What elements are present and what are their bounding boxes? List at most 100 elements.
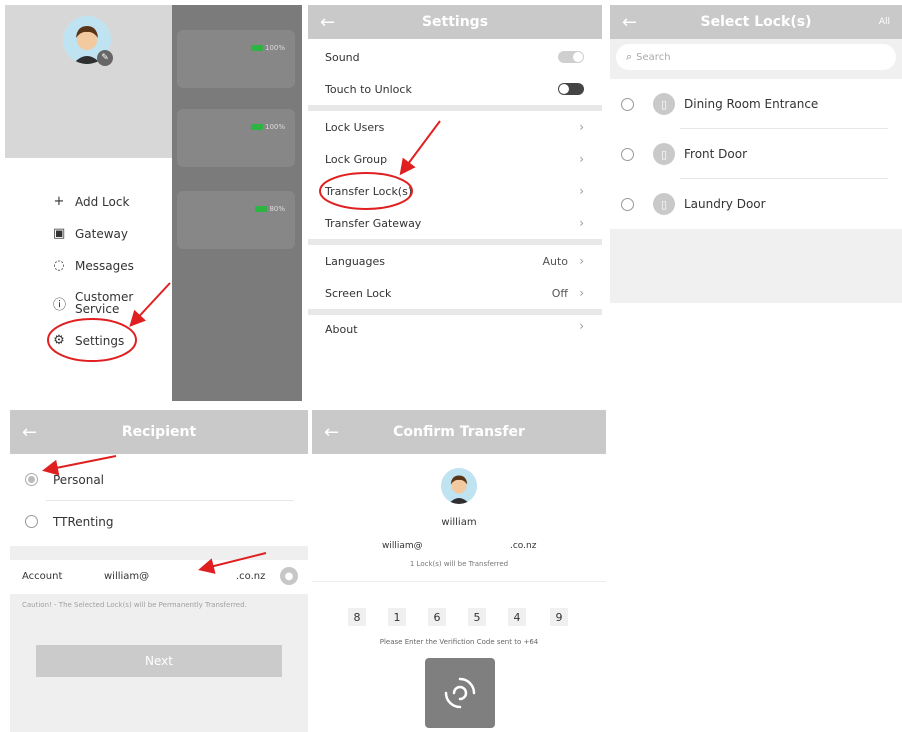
page-title: Confirm Transfer	[393, 424, 525, 440]
sound-toggle[interactable]	[558, 51, 584, 63]
message-icon: ◌	[53, 258, 65, 273]
confirm-transfer-panel: ← Confirm Transfer william william@ .co.…	[312, 410, 606, 732]
row-languages[interactable]: Languages Auto ›	[308, 245, 602, 278]
row-label: Languages	[325, 254, 386, 268]
page-title: Settings	[421, 14, 489, 30]
search-placeholder: Search	[636, 51, 671, 63]
chevron-right-icon: ›	[579, 254, 584, 268]
lock-icon: ▯	[653, 193, 675, 215]
lock-card: 80%	[177, 191, 295, 249]
row-about[interactable]: About ›	[308, 315, 602, 335]
drawer-panel: ✎ 100% 100% 80% + Add Lock ▣ Gateway ◌ M…	[5, 5, 302, 401]
battery-percent: 100%	[264, 44, 285, 52]
row-value: Auto	[542, 254, 568, 268]
row-label: Transfer Gateway	[325, 216, 422, 230]
search-input[interactable]: ⌕ Search	[616, 44, 896, 70]
next-button[interactable]: Next	[36, 645, 282, 677]
lock-radio[interactable]	[621, 148, 634, 161]
code-digit[interactable]: 9	[550, 608, 568, 626]
chevron-right-icon: ›	[579, 319, 584, 333]
row-sound[interactable]: Sound	[308, 41, 602, 74]
account-label: Account	[22, 571, 63, 582]
settings-header: ← Settings	[308, 5, 602, 39]
row-label: Touch to Unlock	[325, 82, 412, 96]
menu-messages[interactable]: ◌ Messages	[53, 258, 134, 273]
info-icon: ⓘ	[53, 297, 67, 313]
option-label: Personal	[53, 473, 105, 487]
menu-add-lock[interactable]: + Add Lock	[53, 194, 130, 209]
back-arrow-icon[interactable]: ←	[320, 12, 335, 33]
chevron-right-icon: ›	[579, 286, 584, 300]
option-radio[interactable]	[25, 515, 38, 528]
menu-label: Customer Service	[75, 290, 134, 316]
touch-unlock-toggle[interactable]	[558, 83, 584, 95]
list-divider	[46, 500, 294, 501]
lock-radio[interactable]	[621, 198, 634, 211]
edit-profile-icon[interactable]: ✎	[97, 50, 113, 66]
recipient-header: ← Recipient	[10, 410, 308, 454]
back-arrow-icon[interactable]: ←	[324, 422, 339, 443]
contacts-icon[interactable]: ●	[280, 567, 298, 585]
chevron-right-icon: ›	[579, 120, 584, 134]
chevron-right-icon: ›	[579, 184, 584, 198]
radio-dot	[28, 476, 35, 483]
row-label: Screen Lock	[325, 286, 392, 300]
code-digit[interactable]: 1	[388, 608, 406, 626]
option-radio-selected[interactable]	[25, 473, 38, 486]
lock-icon: ▯	[653, 143, 675, 165]
lock-icon: ▯	[653, 93, 675, 115]
row-label: Transfer Lock(s)	[325, 184, 413, 198]
lock-card: 100%	[177, 30, 295, 88]
battery-percent: 100%	[264, 123, 285, 131]
lock-radio[interactable]	[621, 98, 634, 111]
row-lock-users[interactable]: Lock Users ›	[308, 111, 602, 144]
account-value-end: .co.nz	[236, 571, 266, 582]
row-label: Lock Users	[325, 120, 385, 134]
code-digit[interactable]: 8	[348, 608, 366, 626]
chevron-right-icon: ›	[579, 216, 584, 230]
loading-overlay	[425, 658, 495, 728]
caution-text: Caution! - The Selected Lock(s) will be …	[22, 601, 247, 609]
row-label: Lock Group	[325, 152, 388, 166]
divider	[312, 581, 606, 582]
back-arrow-icon[interactable]: ←	[622, 12, 637, 33]
menu-gateway[interactable]: ▣ Gateway	[53, 226, 128, 241]
lock-item[interactable]: ▯ Laundry Door	[610, 179, 902, 229]
menu-customer-service[interactable]: ⓘ Customer Service	[53, 291, 135, 315]
account-input[interactable]: william@ .co.nz	[104, 571, 266, 585]
lock-item[interactable]: ▯ Front Door	[610, 129, 902, 179]
menu-label: Gateway	[75, 226, 129, 241]
battery-indicator: 100%	[250, 44, 285, 52]
recipient-avatar	[441, 468, 477, 504]
next-label: Next	[145, 654, 173, 668]
select-all-button[interactable]: All	[879, 17, 890, 27]
account-value-start: william@	[104, 571, 150, 582]
row-touch-unlock[interactable]: Touch to Unlock	[308, 73, 602, 106]
select-locks-panel: ← Select Lock(s) All ⌕ Search ▯ Dining R…	[610, 5, 902, 303]
row-transfer-locks[interactable]: Transfer Lock(s) ›	[308, 175, 602, 208]
code-digit[interactable]: 5	[468, 608, 486, 626]
chevron-right-icon: ›	[579, 152, 584, 166]
row-value: Off	[551, 286, 568, 300]
battery-icon	[250, 45, 263, 51]
back-arrow-icon[interactable]: ←	[22, 422, 37, 443]
battery-percent: 80%	[269, 205, 285, 213]
battery-indicator: 100%	[250, 123, 285, 131]
row-screen-lock[interactable]: Screen Lock Off ›	[308, 277, 602, 310]
row-transfer-gateway[interactable]: Transfer Gateway ›	[308, 207, 602, 240]
code-digit[interactable]: 6	[428, 608, 446, 626]
row-label: About	[325, 323, 358, 335]
battery-icon	[250, 124, 263, 130]
menu-label: Settings	[75, 333, 125, 348]
recipient-panel: ← Recipient Personal TTRenting Account w…	[10, 410, 308, 732]
row-lock-group[interactable]: Lock Group ›	[308, 143, 602, 176]
menu-settings[interactable]: ⚙ Settings	[53, 333, 124, 348]
option-ttrenting[interactable]: TTRenting	[10, 506, 308, 542]
plus-icon: +	[53, 194, 65, 209]
lock-name: Front Door	[684, 147, 748, 161]
lock-item[interactable]: ▯ Dining Room Entrance	[610, 79, 902, 129]
menu-label: Add Lock	[75, 194, 130, 209]
code-digit[interactable]: 4	[508, 608, 526, 626]
option-personal[interactable]: Personal	[10, 462, 308, 498]
recipient-email: william@ .co.nz	[382, 541, 542, 551]
